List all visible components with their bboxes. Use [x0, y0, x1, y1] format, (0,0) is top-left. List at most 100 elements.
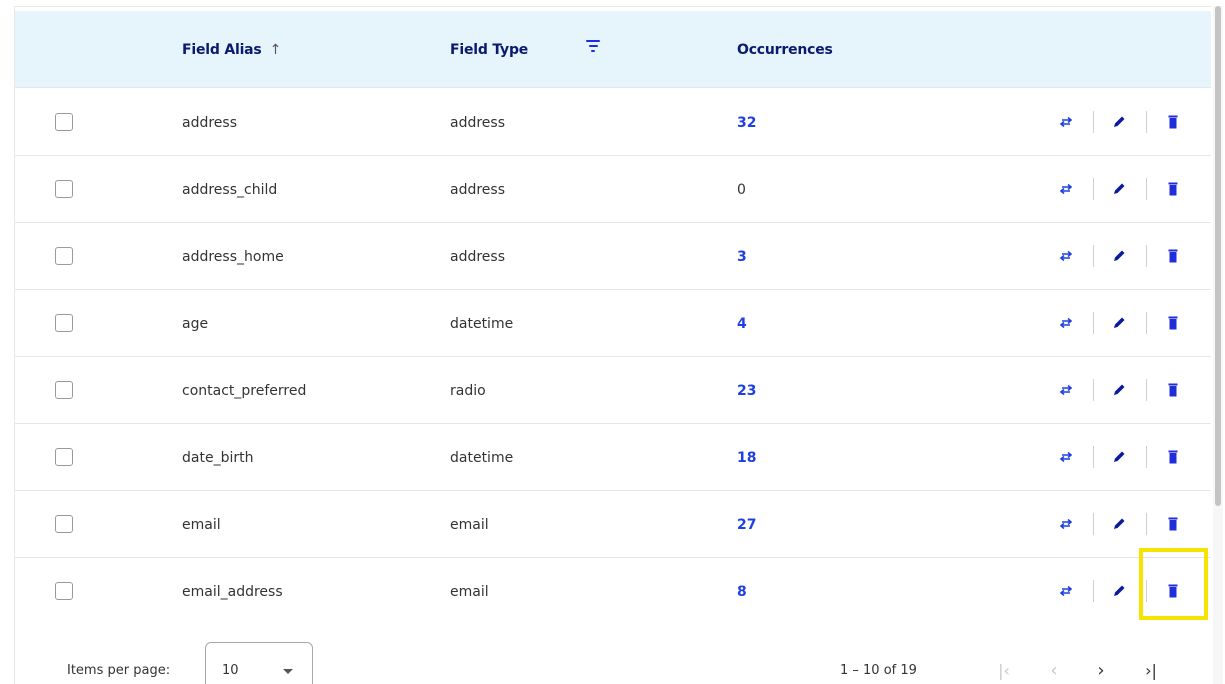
first-page-icon: |‹: [998, 660, 1010, 680]
delete-button[interactable]: [1164, 314, 1182, 332]
swap-icon: [1059, 183, 1073, 195]
field-type-text: email: [450, 583, 489, 600]
field-alias-text: address: [182, 114, 238, 131]
table-row: address address 32: [15, 89, 1211, 156]
column-header-occurrences[interactable]: Occurrences: [737, 11, 833, 88]
column-header-label: Field Type: [450, 41, 529, 58]
items-per-page-select[interactable]: 10: [205, 642, 313, 684]
field-type-text: datetime: [450, 449, 514, 466]
last-page-button[interactable]: ›|: [1137, 656, 1165, 684]
chevron-down-icon: [283, 669, 293, 674]
delete-trash-icon: [1168, 584, 1178, 598]
row-checkbox[interactable]: [55, 515, 73, 533]
swap-button[interactable]: [1057, 314, 1075, 332]
action-divider: [1093, 178, 1094, 200]
row-checkbox[interactable]: [55, 448, 73, 466]
delete-button[interactable]: [1164, 247, 1182, 265]
action-divider: [1093, 446, 1094, 468]
action-divider: [1146, 312, 1147, 334]
row-checkbox[interactable]: [55, 314, 73, 332]
action-divider: [1093, 580, 1094, 602]
swap-button[interactable]: [1057, 515, 1075, 533]
field-type-cell: address: [450, 156, 505, 223]
edit-pencil-icon: [1114, 250, 1125, 261]
delete-button[interactable]: [1164, 582, 1182, 600]
edit-button[interactable]: [1110, 113, 1128, 131]
edit-pencil-icon: [1114, 183, 1125, 194]
delete-trash-icon: [1168, 450, 1178, 464]
row-checkbox[interactable]: [55, 381, 73, 399]
arrow-up-icon[interactable]: ↑: [270, 42, 282, 58]
swap-icon: [1059, 317, 1073, 329]
action-divider: [1146, 580, 1147, 602]
occurrences-link[interactable]: 3: [737, 249, 747, 265]
edit-button[interactable]: [1110, 515, 1128, 533]
table-row: address_child address 0: [15, 156, 1211, 223]
action-divider: [1146, 111, 1147, 133]
swap-button[interactable]: [1057, 381, 1075, 399]
edit-pencil-icon: [1114, 317, 1125, 328]
swap-button[interactable]: [1057, 247, 1075, 265]
row-checkbox[interactable]: [55, 247, 73, 265]
delete-button[interactable]: [1164, 515, 1182, 533]
delete-button[interactable]: [1164, 113, 1182, 131]
first-page-button[interactable]: |‹: [990, 656, 1018, 684]
delete-button[interactable]: [1164, 448, 1182, 466]
row-checkbox[interactable]: [55, 180, 73, 198]
edit-button[interactable]: [1110, 582, 1128, 600]
items-per-page-value: 10: [222, 663, 239, 678]
column-header-field-type[interactable]: Field Type: [450, 11, 528, 88]
delete-trash-icon: [1168, 316, 1178, 330]
occurrences-cell: 18: [737, 424, 756, 491]
field-alias-table: Field Alias ↑ Field Type Occurrences add…: [14, 6, 1211, 684]
vertical-scrollbar-thumb[interactable]: [1215, 6, 1221, 506]
swap-button[interactable]: [1057, 180, 1075, 198]
field-type-text: radio: [450, 382, 486, 399]
table-row: email_address email 8: [15, 558, 1211, 625]
action-divider: [1146, 178, 1147, 200]
filter-icon[interactable]: [586, 40, 600, 54]
page-range-label: 1 – 10 of 19: [840, 663, 917, 678]
occurrences-link[interactable]: 27: [737, 517, 756, 533]
column-header-field-alias[interactable]: Field Alias ↑: [182, 11, 281, 88]
swap-button[interactable]: [1057, 113, 1075, 131]
delete-trash-icon: [1168, 383, 1178, 397]
field-alias-cell: date_birth: [182, 424, 253, 491]
delete-button[interactable]: [1164, 381, 1182, 399]
delete-button[interactable]: [1164, 180, 1182, 198]
field-alias-text: address_child: [182, 181, 278, 198]
previous-page-button[interactable]: ‹: [1040, 656, 1068, 684]
row-checkbox[interactable]: [55, 582, 73, 600]
occurrences-cell: 3: [737, 223, 747, 290]
swap-button[interactable]: [1057, 582, 1075, 600]
occurrences-link[interactable]: 8: [737, 584, 747, 600]
field-type-cell: datetime: [450, 290, 513, 357]
field-type-cell: address: [450, 223, 505, 290]
edit-button[interactable]: [1110, 180, 1128, 198]
occurrences-link[interactable]: 0: [737, 182, 746, 198]
edit-button[interactable]: [1110, 314, 1128, 332]
field-alias-cell: address_child: [182, 156, 277, 223]
paginator: Items per page: 10 1 – 10 of 19 |‹ ‹ › ›…: [15, 620, 1211, 684]
swap-button[interactable]: [1057, 448, 1075, 466]
items-per-page-label: Items per page:: [67, 663, 171, 678]
field-alias-text: email_address: [182, 583, 283, 600]
occurrences-link[interactable]: 32: [737, 115, 756, 131]
field-type-text: address: [450, 248, 506, 265]
edit-button[interactable]: [1110, 448, 1128, 466]
occurrences-cell: 4: [737, 290, 747, 357]
occurrences-cell: 8: [737, 558, 747, 625]
field-alias-text: address_home: [182, 248, 284, 265]
next-page-button[interactable]: ›: [1087, 656, 1115, 684]
field-alias-cell: address_home: [182, 223, 284, 290]
occurrences-link[interactable]: 23: [737, 383, 756, 399]
occurrences-link[interactable]: 4: [737, 316, 747, 332]
occurrences-link[interactable]: 18: [737, 450, 756, 466]
edit-button[interactable]: [1110, 247, 1128, 265]
field-type-cell: datetime: [450, 424, 513, 491]
swap-icon: [1059, 518, 1073, 530]
table-row: email email 27: [15, 491, 1211, 558]
row-checkbox[interactable]: [55, 113, 73, 131]
edit-button[interactable]: [1110, 381, 1128, 399]
occurrences-cell: 0: [737, 156, 746, 223]
